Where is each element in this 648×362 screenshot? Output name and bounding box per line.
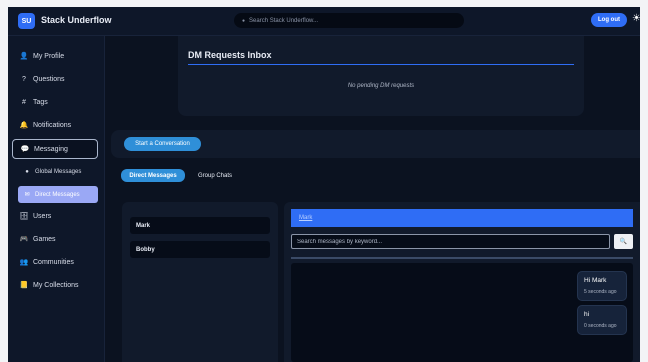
bell-icon: 🔔 xyxy=(19,122,29,129)
message-text: Hi Mark xyxy=(584,277,607,284)
app-title[interactable]: Stack Underflow xyxy=(41,15,112,25)
sidebar-item-messaging[interactable]: 💬 Messaging xyxy=(12,139,98,159)
sun-icon[interactable]: ☀ xyxy=(632,13,640,25)
conversation-bar: Start a Conversation xyxy=(111,130,640,158)
contact-item[interactable]: Mark xyxy=(130,217,270,234)
contact-item[interactable]: Bobby xyxy=(130,241,270,258)
sidebar-item-label: Notifications xyxy=(33,121,72,129)
community-icon: 👥 xyxy=(19,259,29,266)
message-time: 5 seconds ago xyxy=(584,289,617,295)
top-bar: SU Stack Underflow ● Search Stack Underf… xyxy=(8,7,640,36)
sidebar-item-users[interactable]: 🗄 Users xyxy=(12,207,98,225)
chat-panel: Mark 🔍 Hi Mark 5 seconds ago hi 0 second… xyxy=(284,202,640,362)
chat-header-name[interactable]: Mark xyxy=(291,209,633,227)
sidebar-item-my-collections[interactable]: 📒 My Collections xyxy=(12,276,98,294)
site-search-input[interactable]: ● Search Stack Underflow... xyxy=(234,13,464,28)
dm-requests-divider xyxy=(188,64,574,65)
message-search-button[interactable]: 🔍 xyxy=(614,234,633,249)
user-icon: 👤 xyxy=(19,53,29,60)
sidebar-item-label: Users xyxy=(33,212,52,220)
sidebar-subitem-direct-messages[interactable]: ✉ Direct Messages xyxy=(18,186,98,203)
tab-group-chats[interactable]: Group Chats xyxy=(191,169,239,182)
hash-icon: # xyxy=(22,98,26,106)
sidebar-item-games[interactable]: 🎮 Games xyxy=(12,230,98,248)
start-conversation-button[interactable]: Start a Conversation xyxy=(124,137,201,151)
users-icon: 🗄 xyxy=(19,213,29,220)
message-text: hi xyxy=(584,311,590,318)
sidebar-item-label: Games xyxy=(33,235,56,243)
globe-icon: ● xyxy=(25,169,29,175)
sidebar-subitem-global-messages[interactable]: ● Global Messages xyxy=(18,164,98,180)
dm-requests-panel: DM Requests Inbox No pending DM requests xyxy=(178,36,584,116)
sidebar-item-tags[interactable]: # Tags xyxy=(12,93,98,111)
message-bubble: Hi Mark 5 seconds ago xyxy=(577,271,627,301)
message-bubble: hi 0 seconds ago xyxy=(577,305,627,335)
sidebar-item-label: My Profile xyxy=(33,52,65,60)
dm-requests-title: DM Requests Inbox xyxy=(188,50,272,60)
notebook-icon: 📒 xyxy=(19,282,29,289)
contacts-panel: Mark Bobby xyxy=(122,202,278,362)
sidebar-item-notifications[interactable]: 🔔 Notifications xyxy=(12,116,98,134)
sidebar-item-questions[interactable]: ? Questions xyxy=(12,70,98,88)
logout-button[interactable]: Log out xyxy=(591,13,627,27)
mail-icon: ✉ xyxy=(24,192,30,198)
sidebar-item-my-profile[interactable]: 👤 My Profile xyxy=(12,47,98,65)
question-icon: ? xyxy=(22,75,26,83)
chat-icon: 💬 xyxy=(20,146,30,153)
gamepad-icon: 🎮 xyxy=(19,236,29,243)
app-logo[interactable]: SU xyxy=(18,13,35,29)
sidebar-item-label: Tags xyxy=(33,98,48,106)
sidebar: 👤 My Profile ? Questions # Tags 🔔 Notifi… xyxy=(8,36,105,362)
search-icon: ● xyxy=(242,17,246,24)
site-search-placeholder: Search Stack Underflow... xyxy=(249,17,319,24)
sidebar-item-label: Questions xyxy=(33,75,65,83)
message-search-input[interactable] xyxy=(291,234,610,249)
tab-direct-messages[interactable]: Direct Messages xyxy=(121,169,185,182)
sidebar-item-label: My Collections xyxy=(33,281,79,289)
message-time: 0 seconds ago xyxy=(584,323,617,329)
sidebar-subitem-label: Global Messages xyxy=(35,169,82,175)
message-list[interactable]: Hi Mark 5 seconds ago hi 0 seconds ago xyxy=(291,263,633,362)
magnifier-icon: 🔍 xyxy=(619,239,628,245)
sidebar-subitem-label: Direct Messages xyxy=(35,191,80,198)
app-window: SU Stack Underflow ● Search Stack Underf… xyxy=(8,7,640,362)
sidebar-item-communities[interactable]: 👥 Communities xyxy=(12,253,98,271)
chat-divider xyxy=(291,257,633,259)
sidebar-item-label: Messaging xyxy=(34,145,68,153)
dm-requests-empty-text: No pending DM requests xyxy=(347,83,415,89)
sidebar-item-label: Communities xyxy=(33,258,74,266)
